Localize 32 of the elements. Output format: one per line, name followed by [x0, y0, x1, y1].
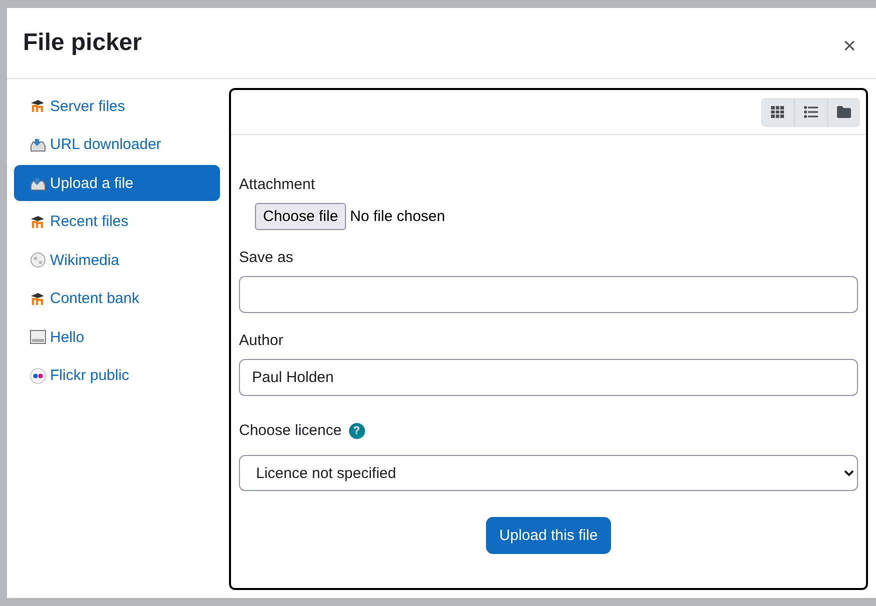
sidebar-item[interactable]: Hello [14, 319, 220, 355]
sidebar-item[interactable]: URL downloader [14, 126, 220, 162]
choose-file-button[interactable]: Choose file [255, 203, 346, 230]
mortarboard-m-icon [30, 216, 46, 228]
author-label: Author [239, 332, 284, 349]
globe-icon [30, 252, 46, 268]
save-as-label: Save as [239, 249, 294, 266]
sidebar-item[interactable]: Server files [14, 88, 220, 124]
file-status-text: No file chosen [350, 208, 446, 225]
grid-icon [771, 106, 784, 118]
attachment-label: Attachment [239, 176, 316, 193]
mail-tray-icon [30, 330, 46, 344]
inbox-tray-icon [30, 137, 46, 152]
inbox-tray-icon [30, 176, 46, 190]
sidebar-item[interactable]: Content bank [14, 280, 220, 316]
close-button[interactable]: × [839, 33, 860, 59]
author-field[interactable]: Paul Holden [239, 359, 858, 396]
dialog-title: File picker [23, 29, 142, 57]
sidebar-item[interactable]: Flickr public [14, 358, 220, 394]
two-dots-icon [30, 368, 46, 384]
folder-icon [837, 106, 851, 118]
upload-button[interactable]: Upload this file [486, 517, 611, 554]
sidebar-item[interactable]: Recent files [14, 204, 220, 240]
list-icon [804, 106, 818, 118]
sidebar-item[interactable]: Upload a file [14, 165, 220, 201]
mortarboard-m-icon [30, 292, 46, 304]
licence-label: Choose licence [239, 422, 342, 439]
sidebar-item[interactable]: Wikimedia [14, 242, 220, 278]
help-icon[interactable]: ? [348, 422, 365, 438]
licence-select[interactable]: Licence not specified [239, 455, 858, 491]
save-as-field[interactable] [239, 276, 858, 313]
mortarboard-m-icon [30, 100, 46, 112]
